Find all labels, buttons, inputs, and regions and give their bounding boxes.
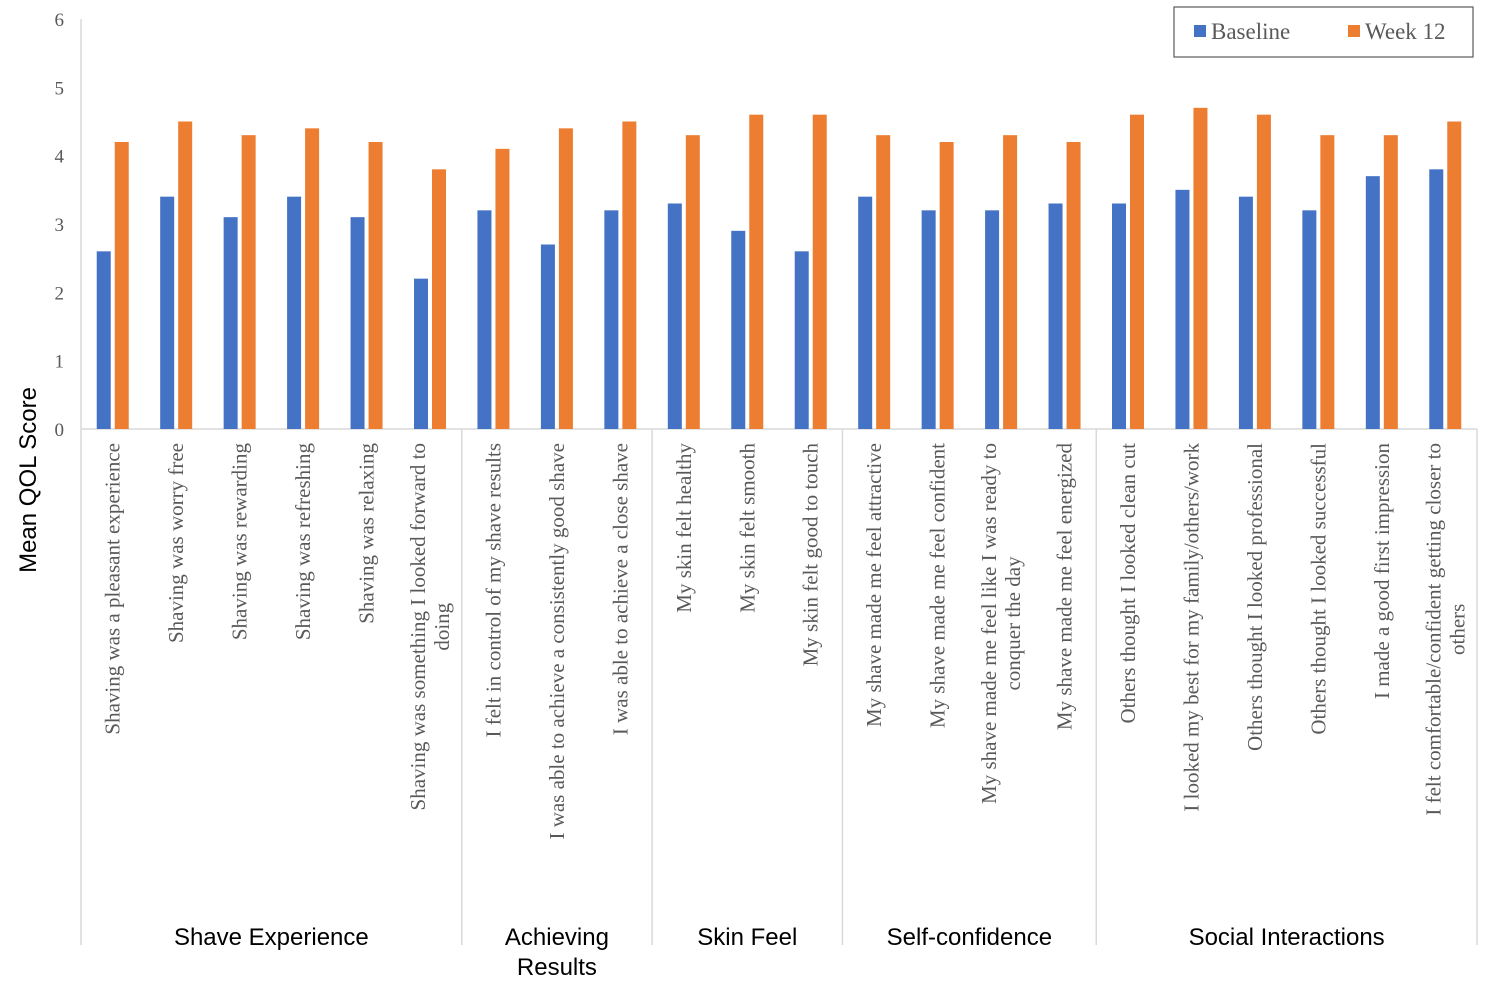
bar-week-12 [558,128,573,430]
category-label: Shaving was rewarding [228,443,252,641]
category-label: My shave made me feel like I was ready t… [977,443,1001,804]
bars [96,107,1462,430]
bar-week-12 [495,148,510,430]
bar-week-12 [1003,135,1018,429]
group-label: Achieving [505,924,609,951]
bar-week-12 [1383,135,1398,429]
category-label: Others thought I looked clean cut [1116,443,1140,724]
bar-baseline [350,217,365,429]
legend-swatch [1194,25,1206,37]
category-label: I felt in control of my shave results [481,443,505,738]
y-tick-label: 1 [55,352,65,373]
category-label: Shaving was something I looked forward t… [406,443,430,810]
legend-label: Week 12 [1365,19,1446,44]
group-label: Self-confidence [887,924,1052,951]
bar-baseline [1302,210,1317,429]
bar-week-12 [1447,121,1462,429]
bar-baseline [794,251,809,429]
bar-baseline [1112,203,1126,429]
bar-week-12 [812,114,827,430]
category-label: I made a good first impression [1370,443,1394,700]
bar-baseline [858,196,873,429]
bar-week-12 [241,135,256,429]
category-labels: Shaving was a pleasant experience Shaving… [101,443,1470,840]
bar-week-12 [622,121,637,429]
category-label: My skin felt healthy [672,443,696,613]
bar-baseline [96,251,111,429]
category-label: Shaving was a pleasant experience [101,443,125,735]
category-label: My shave made me feel attractive [862,443,886,727]
category-label: My skin felt smooth [735,443,759,613]
bar-baseline [540,244,555,429]
category-label: conquer the day [1001,556,1025,691]
category-label: Shaving was worry free [164,443,188,643]
bar-week-12 [1193,107,1208,429]
category-label: I felt comfortable/confident getting clo… [1421,443,1445,816]
bar-baseline [667,203,682,429]
y-tick-label: 5 [55,78,65,99]
category-label: My skin felt good to touch [799,443,823,667]
category-label: doing [430,602,454,650]
bar-week-12 [1320,135,1335,429]
category-label: My shave made me feel energized [1053,443,1077,731]
bar-baseline [223,217,238,429]
bar-baseline [1175,189,1190,429]
legend: Baseline Week 12 [1173,6,1474,58]
y-axis-ticks: 0 1 2 3 4 5 6 [55,10,65,441]
bar-baseline [1429,169,1444,430]
bar-baseline [1365,176,1380,429]
bar-week-12 [876,135,891,429]
bar-week-12 [1256,114,1271,430]
bar-baseline [731,230,746,429]
category-label: I was able to achieve a consistently goo… [545,443,569,840]
bar-week-12 [685,135,700,429]
bar-week-12 [178,121,193,429]
legend-swatch [1348,25,1360,37]
bar-baseline [287,196,302,429]
bar-baseline [414,278,428,429]
bar-week-12 [749,114,764,430]
y-tick-label: 6 [55,10,65,31]
bar-baseline [160,196,175,429]
bar-week-12 [1130,114,1144,430]
y-tick-label: 3 [55,215,65,236]
category-label: Shaving was refreshing [291,443,315,641]
y-tick-label: 0 [55,420,65,441]
bar-week-12 [939,142,954,429]
category-label: I was able to achieve a close shave [608,443,632,735]
category-label: Others thought I looked successful [1306,443,1330,735]
category-label: others [1445,604,1469,655]
bar-chart: 0 1 2 3 4 5 6 Shaving was a pleasant experienc… [15,6,1478,981]
group-label: Social Interactions [1189,924,1385,951]
bar-baseline [604,210,619,429]
group-label: Results [517,954,597,981]
bar-baseline [921,210,936,429]
group-label: Skin Feel [697,924,797,951]
bar-baseline [985,210,1000,429]
y-axis-title: Mean QOL Score [15,387,42,573]
bar-week-12 [368,142,383,429]
bar-week-12 [114,142,129,429]
bar-baseline [1238,196,1253,429]
bar-week-12 [305,128,320,430]
bar-baseline [477,210,492,429]
bar-week-12 [1066,142,1081,429]
y-tick-label: 4 [55,147,65,168]
category-label: Shaving was relaxing [355,443,379,624]
category-label: I looked my best for my family/others/wo… [1179,443,1203,812]
bar-baseline [1048,203,1063,429]
group-label: Shave Experience [174,924,369,951]
category-label: Others thought I looked professional [1243,443,1267,751]
bar-week-12 [432,169,446,430]
y-tick-label: 2 [55,283,65,304]
legend-label: Baseline [1211,19,1290,44]
category-label: My shave made me feel confident [926,443,950,728]
